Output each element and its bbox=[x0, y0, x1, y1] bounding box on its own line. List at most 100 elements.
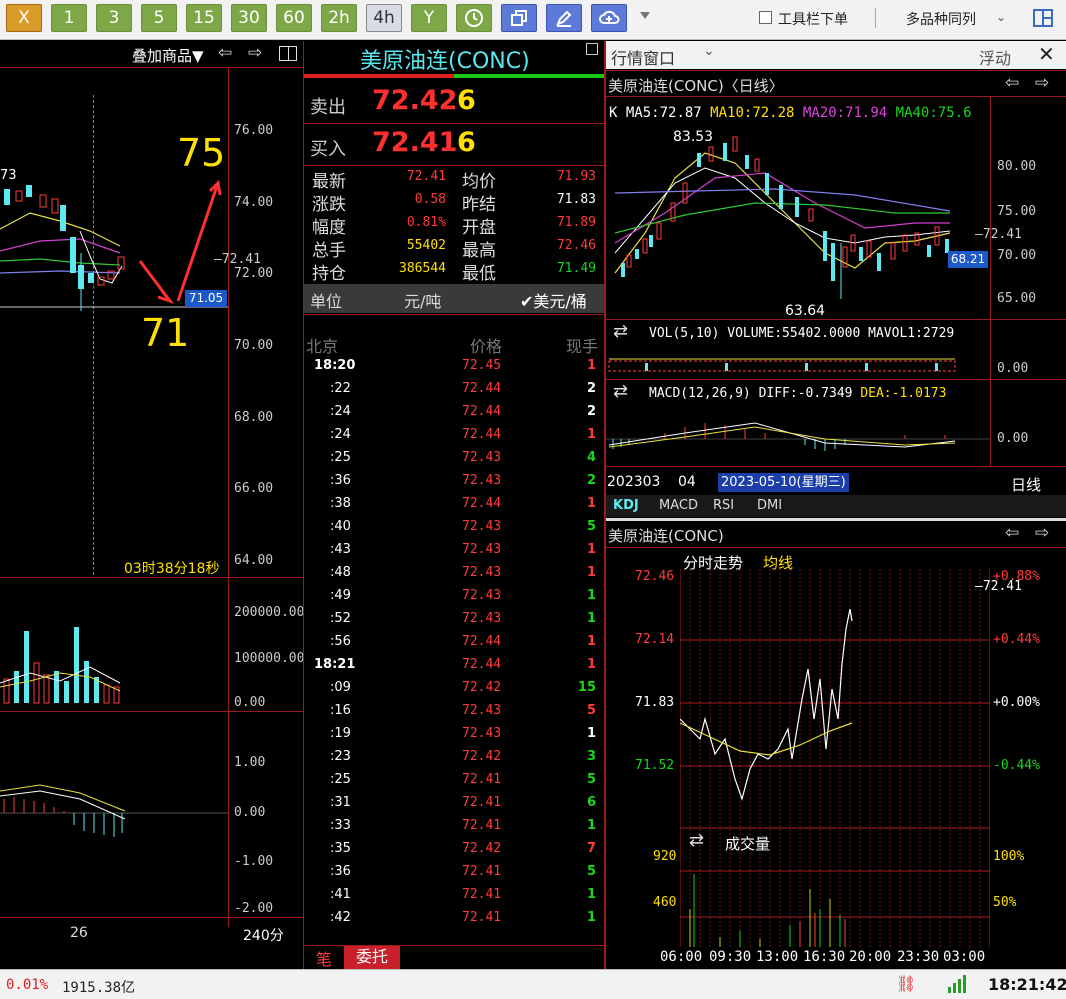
tab-dmi[interactable]: DMI bbox=[757, 498, 782, 513]
day-price-tick: 80.00 bbox=[997, 159, 1037, 174]
period-button-y[interactable]: Y bbox=[411, 4, 447, 32]
selected-date[interactable]: 2023-05-10(星期三) bbox=[718, 473, 849, 492]
period-button-15[interactable]: 15 bbox=[186, 4, 222, 32]
swap-indicator-icon[interactable]: ⇄ bbox=[613, 321, 628, 342]
float-button[interactable]: 浮动 bbox=[979, 45, 1011, 69]
tick-time: :43 bbox=[330, 542, 351, 557]
tick-time: :16 bbox=[330, 703, 351, 718]
tick-volume: 1 bbox=[586, 588, 596, 603]
chevron-down-icon[interactable]: ⌄ bbox=[703, 43, 715, 59]
tab-weituo[interactable]: 委托 bbox=[344, 946, 400, 969]
tab-macd[interactable]: MACD bbox=[659, 498, 698, 513]
right-arrow-icon[interactable]: ⇨ bbox=[248, 43, 262, 63]
draw-pen-icon[interactable] bbox=[546, 4, 582, 32]
tick-time: :22 bbox=[330, 381, 351, 396]
tick-volume: 1 bbox=[586, 887, 596, 902]
volume-legend: VOL(5,10) VOLUME:55402.0000 MAVOL1:2729 bbox=[649, 326, 955, 341]
market-window-dropdown[interactable]: 行情窗口 bbox=[611, 45, 675, 69]
left-arrow-icon[interactable]: ⇦ bbox=[218, 43, 232, 63]
period-button-60[interactable]: 60 bbox=[276, 4, 312, 32]
intra-volume-tick: 920 bbox=[653, 849, 677, 864]
unit-usd-barrel[interactable]: ✔美元/桶 bbox=[520, 288, 587, 312]
tick-row: :33 72.41 1 bbox=[304, 815, 604, 837]
panel-maximize-icon[interactable] bbox=[586, 43, 598, 55]
close-icon[interactable]: ✕ bbox=[1038, 42, 1055, 66]
layout-grid-icon[interactable] bbox=[1033, 9, 1053, 27]
tick-volume: 1 bbox=[586, 565, 596, 580]
tab-kdj[interactable]: KDJ bbox=[613, 498, 639, 513]
tab-bi[interactable]: 笔 bbox=[316, 946, 332, 970]
swap-indicator-icon[interactable]: ⇄ bbox=[689, 830, 704, 851]
left-arrow-icon[interactable]: ⇦ bbox=[1005, 73, 1019, 93]
intra-volume-pct: 50% bbox=[993, 895, 1017, 910]
panel-layout-icon[interactable] bbox=[279, 46, 297, 61]
tick-price: 72.41 bbox=[462, 864, 502, 879]
tick-time: 18:21 bbox=[314, 657, 356, 672]
toolbar-more-icon[interactable] bbox=[640, 12, 650, 19]
toolbar-order-checkbox[interactable] bbox=[759, 11, 772, 24]
tick-row: :25 72.43 4 bbox=[304, 447, 604, 469]
tick-price: 72.43 bbox=[462, 565, 502, 580]
tick-price: 72.43 bbox=[462, 473, 502, 488]
tick-row: 18:20 72.45 1 bbox=[304, 355, 604, 377]
tick-time: :36 bbox=[330, 864, 351, 879]
tick-head-volume: 现手 bbox=[566, 337, 599, 356]
market-panel: 行情窗口 ⌄ 浮动 ✕ 美原油连(CONC)〈日线〉 ⇦ ⇨ K MA5:72.… bbox=[605, 41, 1066, 969]
clock-icon[interactable] bbox=[456, 4, 492, 32]
day-high-label: 83.53 bbox=[673, 129, 714, 145]
divider bbox=[605, 466, 1066, 467]
chevron-down-icon[interactable]: ⌄ bbox=[996, 10, 1006, 24]
splitter[interactable] bbox=[605, 518, 1066, 521]
chart-period-label[interactable]: 日线 bbox=[1011, 474, 1041, 495]
overlay-dropdown[interactable]: 叠加商品▼ bbox=[132, 45, 204, 66]
intra-volume-pct: 100% bbox=[993, 849, 1025, 864]
period-button-3[interactable]: 3 bbox=[96, 4, 132, 32]
tick-time: :42 bbox=[330, 910, 351, 925]
tick-volume: 4 bbox=[586, 450, 596, 465]
link-broken-icon[interactable]: ⛓ bbox=[896, 974, 916, 993]
intra-price-tick: 72.46 bbox=[635, 569, 675, 584]
divider bbox=[605, 96, 1066, 97]
left-arrow-icon[interactable]: ⇦ bbox=[1005, 523, 1019, 543]
tick-time: :19 bbox=[330, 726, 351, 741]
unit-yuan-ton[interactable]: 元/吨 bbox=[404, 288, 441, 312]
price-tick: 72.00 bbox=[234, 266, 274, 281]
buy-price[interactable]: 72.41 bbox=[372, 127, 457, 158]
right-arrow-icon[interactable]: ⇨ bbox=[1035, 523, 1049, 543]
intraday-grid bbox=[680, 569, 990, 947]
tick-row: :16 72.43 5 bbox=[304, 700, 604, 722]
period-button-1[interactable]: 1 bbox=[51, 4, 87, 32]
indicator-tabs: KDJ MACD RSI DMI bbox=[605, 495, 1066, 517]
period-toolbar: X 1 3 5 15 30 60 2h 4h Y 工具栏下单 多品种同列 ⌄ bbox=[0, 0, 1066, 40]
intra-pct-tick: -0.44% bbox=[993, 758, 1040, 773]
volume-title: 成交量 bbox=[725, 835, 771, 853]
tick-row: :35 72.42 7 bbox=[304, 838, 604, 860]
date-year-month: 202303 bbox=[607, 474, 661, 490]
period-button-x[interactable]: X bbox=[6, 4, 42, 32]
intra-price-tick: 72.14 bbox=[635, 632, 675, 647]
tick-price: 72.41 bbox=[462, 910, 502, 925]
stat-value: 72.41 bbox=[406, 169, 446, 184]
intra-volume-tick: 460 bbox=[653, 895, 677, 910]
period-button-5[interactable]: 5 bbox=[141, 4, 177, 32]
sell-price[interactable]: 72.42 bbox=[372, 85, 457, 116]
cloud-add-icon[interactable] bbox=[591, 4, 627, 32]
stat-label: 开盘 bbox=[462, 218, 496, 238]
right-arrow-icon[interactable]: ⇨ bbox=[1035, 73, 1049, 93]
period-button-4h[interactable]: 4h bbox=[366, 4, 402, 32]
multi-variety-dropdown[interactable]: 多品种同列 bbox=[906, 9, 976, 29]
window-copy-icon[interactable] bbox=[501, 4, 537, 32]
tab-rsi[interactable]: RSI bbox=[713, 498, 734, 513]
tick-head-time: 北京 bbox=[306, 337, 339, 356]
day-candles bbox=[614, 136, 951, 299]
tick-row: :41 72.41 1 bbox=[304, 884, 604, 906]
price-label: 73 bbox=[0, 168, 17, 183]
tick-time: :38 bbox=[330, 496, 351, 511]
swap-indicator-icon[interactable]: ⇄ bbox=[613, 381, 628, 402]
countdown-timer: 03时38分18秒 bbox=[124, 561, 220, 577]
price-tick: 68.00 bbox=[234, 410, 274, 425]
period-button-2h[interactable]: 2h bbox=[321, 4, 357, 32]
tick-time: :48 bbox=[330, 565, 351, 580]
time-tick: 09:30 bbox=[709, 949, 752, 965]
period-button-30[interactable]: 30 bbox=[231, 4, 267, 32]
